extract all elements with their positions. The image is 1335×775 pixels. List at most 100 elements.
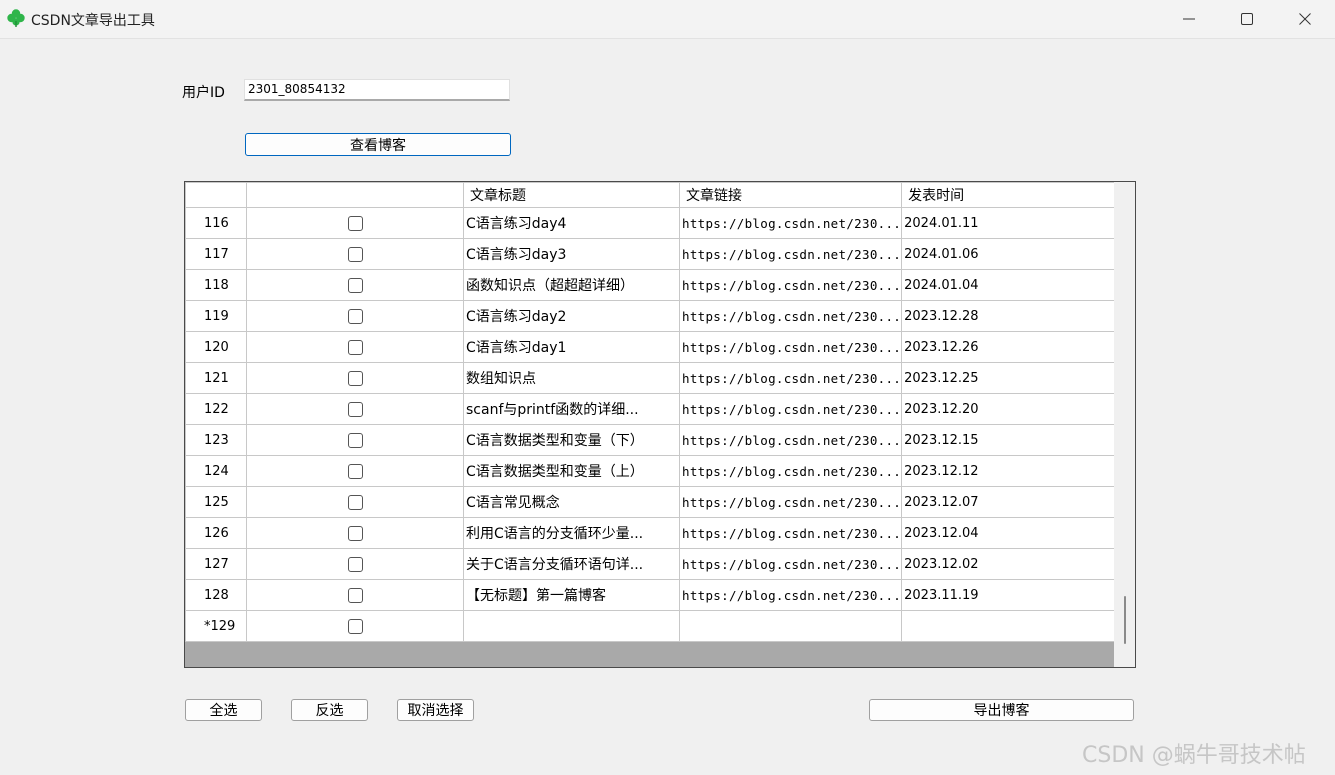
clear-selection-button[interactable]: 取消选择 bbox=[397, 699, 474, 721]
publish-date-cell[interactable]: 2023.12.26 bbox=[901, 331, 1119, 363]
row-number[interactable]: 116 bbox=[185, 207, 247, 239]
article-link-cell[interactable]: https://blog.csdn.net/230... bbox=[678, 424, 903, 456]
publish-date-cell[interactable]: 2023.12.07 bbox=[901, 486, 1119, 518]
publish-date-cell[interactable]: 2023.12.20 bbox=[901, 393, 1119, 425]
article-title-cell[interactable] bbox=[463, 610, 680, 642]
row-number[interactable]: 125 bbox=[185, 486, 247, 518]
export-blog-button[interactable]: 导出博客 bbox=[869, 699, 1134, 721]
article-link-cell[interactable]: https://blog.csdn.net/230... bbox=[678, 579, 903, 611]
publish-date-cell[interactable]: 2024.01.11 bbox=[901, 207, 1119, 239]
row-number[interactable]: 117 bbox=[185, 238, 247, 270]
row-checkbox[interactable] bbox=[347, 370, 363, 386]
article-link-cell[interactable] bbox=[678, 610, 903, 642]
row-checkbox[interactable] bbox=[347, 401, 363, 417]
row-number[interactable]: 123 bbox=[185, 424, 247, 456]
row-number[interactable]: 127 bbox=[185, 548, 247, 580]
article-title-cell[interactable]: 关于C语言分支循环语句详... bbox=[463, 548, 680, 580]
publish-date-cell[interactable]: 2023.11.19 bbox=[901, 579, 1119, 611]
article-title-cell[interactable]: 函数知识点（超超超详细） bbox=[463, 269, 680, 301]
article-link-cell[interactable]: https://blog.csdn.net/230... bbox=[678, 393, 903, 425]
table-row[interactable]: 116 C语言练习day4 https://blog.csdn.net/230...… bbox=[185, 207, 1119, 239]
row-number[interactable]: 122 bbox=[185, 393, 247, 425]
column-header-date[interactable]: 发表时间 bbox=[901, 182, 1119, 208]
row-checkbox[interactable] bbox=[347, 215, 363, 231]
article-link-cell[interactable]: https://blog.csdn.net/230... bbox=[678, 300, 903, 332]
article-link-cell[interactable]: https://blog.csdn.net/230... bbox=[678, 486, 903, 518]
article-link-cell[interactable]: https://blog.csdn.net/230... bbox=[678, 331, 903, 363]
row-number[interactable]: 128 bbox=[185, 579, 247, 611]
row-number[interactable]: 124 bbox=[185, 455, 247, 487]
article-title-cell[interactable]: scanf与printf函数的详细... bbox=[463, 393, 680, 425]
row-checkbox[interactable] bbox=[347, 432, 363, 448]
article-title-cell[interactable]: C语言数据类型和变量（上） bbox=[463, 455, 680, 487]
table-row[interactable]: 125 C语言常见概念 https://blog.csdn.net/230... 20… bbox=[185, 486, 1119, 518]
article-title-cell[interactable]: C语言练习day4 bbox=[463, 207, 680, 239]
row-checkbox[interactable] bbox=[347, 525, 363, 541]
row-checkbox[interactable] bbox=[347, 463, 363, 479]
table-row[interactable]: 127 关于C语言分支循环语句详... https://blog.csdn.net/… bbox=[185, 548, 1119, 580]
article-link-cell[interactable]: https://blog.csdn.net/230... bbox=[678, 548, 903, 580]
publish-date-cell[interactable]: 2023.12.02 bbox=[901, 548, 1119, 580]
row-checkbox[interactable] bbox=[347, 339, 363, 355]
publish-date-cell[interactable]: 2024.01.06 bbox=[901, 238, 1119, 270]
maximize-button[interactable] bbox=[1218, 0, 1276, 38]
article-link-cell[interactable]: https://blog.csdn.net/230... bbox=[678, 269, 903, 301]
table-row[interactable]: 123 C语言数据类型和变量（下） https://blog.csdn.net/23… bbox=[185, 424, 1119, 456]
article-title-cell[interactable]: C语言练习day2 bbox=[463, 300, 680, 332]
article-title-cell[interactable]: 利用C语言的分支循环少量... bbox=[463, 517, 680, 549]
article-title-cell[interactable]: C语言常见概念 bbox=[463, 486, 680, 518]
article-title-cell[interactable]: 数组知识点 bbox=[463, 362, 680, 394]
column-header-select[interactable] bbox=[246, 182, 464, 208]
vertical-scrollbar[interactable] bbox=[1114, 182, 1135, 667]
article-title-cell[interactable]: C语言练习day1 bbox=[463, 331, 680, 363]
publish-date-cell[interactable]: 2023.12.04 bbox=[901, 517, 1119, 549]
publish-date-cell[interactable]: 2024.01.04 bbox=[901, 269, 1119, 301]
table-row[interactable]: 117 C语言练习day3 https://blog.csdn.net/230...… bbox=[185, 238, 1119, 270]
article-title-cell[interactable]: C语言练习day3 bbox=[463, 238, 680, 270]
row-checkbox[interactable] bbox=[347, 246, 363, 262]
row-number[interactable]: *129 bbox=[185, 610, 247, 642]
row-checkbox[interactable] bbox=[347, 277, 363, 293]
scrollbar-thumb[interactable] bbox=[1124, 596, 1126, 644]
table-row[interactable]: 121 数组知识点 https://blog.csdn.net/230... 2023… bbox=[185, 362, 1119, 394]
row-checkbox[interactable] bbox=[347, 587, 363, 603]
column-header-link[interactable]: 文章链接 bbox=[678, 182, 903, 208]
article-link-cell[interactable]: https://blog.csdn.net/230... bbox=[678, 455, 903, 487]
invert-selection-button[interactable]: 反选 bbox=[291, 699, 368, 721]
row-number[interactable]: 120 bbox=[185, 331, 247, 363]
row-checkbox[interactable] bbox=[347, 618, 363, 634]
publish-date-cell[interactable]: 2023.12.15 bbox=[901, 424, 1119, 456]
table-row[interactable]: *129 bbox=[185, 610, 1119, 642]
row-number[interactable]: 121 bbox=[185, 362, 247, 394]
row-number[interactable]: 126 bbox=[185, 517, 247, 549]
publish-date-cell[interactable]: 2023.12.12 bbox=[901, 455, 1119, 487]
article-link-cell[interactable]: https://blog.csdn.net/230... bbox=[678, 207, 903, 239]
view-blog-button[interactable]: 查看博客 bbox=[245, 133, 511, 156]
table-row[interactable]: 126 利用C语言的分支循环少量... https://blog.csdn.net/… bbox=[185, 517, 1119, 549]
row-checkbox[interactable] bbox=[347, 308, 363, 324]
publish-date-cell[interactable]: 2023.12.28 bbox=[901, 300, 1119, 332]
publish-date-cell[interactable]: 2023.12.25 bbox=[901, 362, 1119, 394]
close-button[interactable] bbox=[1276, 0, 1334, 38]
row-checkbox[interactable] bbox=[347, 494, 363, 510]
article-link-cell[interactable]: https://blog.csdn.net/230... bbox=[678, 362, 903, 394]
grid-body: 116 C语言练习day4 https://blog.csdn.net/230...… bbox=[185, 207, 1119, 642]
publish-date-cell[interactable] bbox=[901, 610, 1119, 642]
table-row[interactable]: 128 【无标题】第一篇博客 https://blog.csdn.net/230..… bbox=[185, 579, 1119, 611]
table-row[interactable]: 122 scanf与printf函数的详细... https://blog.csdn… bbox=[185, 393, 1119, 425]
row-number[interactable]: 119 bbox=[185, 300, 247, 332]
table-row[interactable]: 120 C语言练习day1 https://blog.csdn.net/230...… bbox=[185, 331, 1119, 363]
row-number[interactable]: 118 bbox=[185, 269, 247, 301]
select-all-button[interactable]: 全选 bbox=[185, 699, 262, 721]
user-id-input[interactable]: 2301_80854132 bbox=[244, 79, 510, 101]
article-title-cell[interactable]: C语言数据类型和变量（下） bbox=[463, 424, 680, 456]
article-title-cell[interactable]: 【无标题】第一篇博客 bbox=[463, 579, 680, 611]
minimize-button[interactable] bbox=[1160, 0, 1218, 38]
table-row[interactable]: 124 C语言数据类型和变量（上） https://blog.csdn.net/23… bbox=[185, 455, 1119, 487]
row-checkbox[interactable] bbox=[347, 556, 363, 572]
column-header-title[interactable]: 文章标题 bbox=[463, 182, 680, 208]
article-link-cell[interactable]: https://blog.csdn.net/230... bbox=[678, 517, 903, 549]
table-row[interactable]: 118 函数知识点（超超超详细） https://blog.csdn.net/230… bbox=[185, 269, 1119, 301]
table-row[interactable]: 119 C语言练习day2 https://blog.csdn.net/230...… bbox=[185, 300, 1119, 332]
article-link-cell[interactable]: https://blog.csdn.net/230... bbox=[678, 238, 903, 270]
